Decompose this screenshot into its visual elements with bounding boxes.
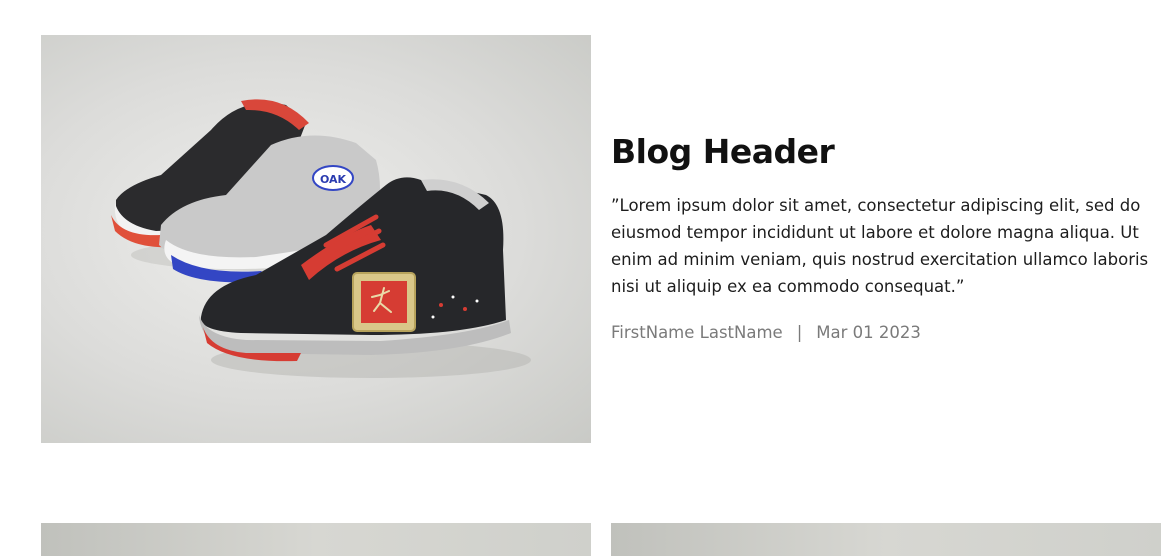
featured-image[interactable]: OAK	[41, 35, 591, 443]
author-name[interactable]: FirstName LastName	[611, 321, 783, 345]
post-summary: Blog Header ”Lorem ipsum dolor sit amet,…	[611, 130, 1156, 345]
meta-separator: |	[796, 323, 803, 342]
blog-title[interactable]: Blog Header	[611, 130, 1156, 174]
next-post-image-left[interactable]	[41, 523, 591, 556]
next-post-image-right[interactable]	[611, 523, 1161, 556]
post-date: Mar 01 2023	[816, 323, 921, 342]
post-excerpt: ”Lorem ipsum dolor sit amet, consectetur…	[611, 196, 1149, 296]
oak-badge-label: OAK	[320, 173, 347, 186]
post-meta: FirstName LastName | Mar 01 2023	[611, 321, 1156, 345]
sneakers-illustration: OAK	[111, 99, 531, 378]
blog-page: OAK Blog Header ”Lorem ipsum dolor sit a…	[0, 0, 1176, 556]
